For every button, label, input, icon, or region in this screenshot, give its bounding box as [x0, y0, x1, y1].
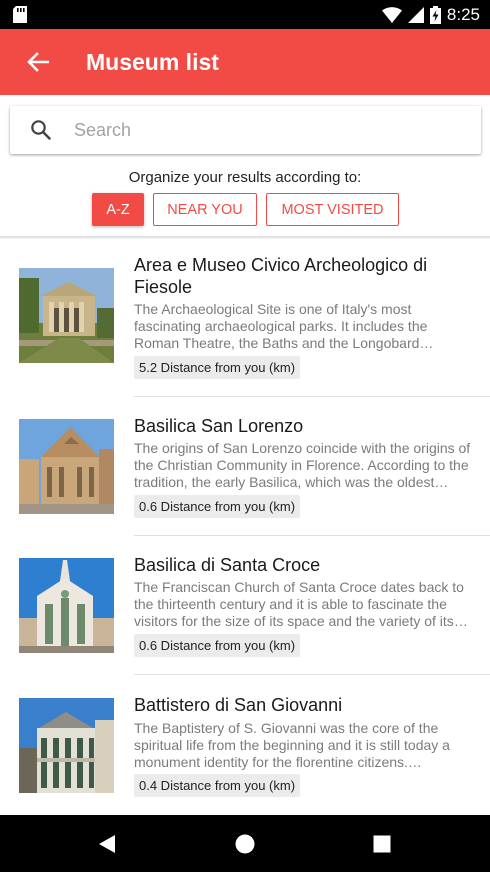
square-recents-icon	[373, 835, 391, 852]
sort-label: Organize your results according to:	[128, 169, 362, 186]
app-bar: Museum list	[0, 29, 490, 95]
distance-badge: 0.4 Distance from you (km)	[134, 774, 301, 797]
museum-list[interactable]: Area e Museo Civico Archeologico di Fies…	[0, 239, 490, 815]
museum-description: The origins of San Lorenzo coincide with…	[134, 440, 471, 490]
arrow-back-icon	[27, 52, 49, 72]
nav-home-button[interactable]	[215, 815, 275, 872]
museum-description: The Archaeological Site is one of Italy'…	[134, 301, 428, 351]
museum-thumbnail	[19, 268, 114, 363]
signal-icon	[407, 6, 424, 23]
museum-title: Basilica di Santa Croce	[134, 555, 321, 575]
museum-thumbnail	[19, 419, 114, 514]
sort-most-visited-button[interactable]: MOST VISITED	[266, 193, 399, 226]
museum-description: The Baptistery of S. Giovanni was the co…	[134, 720, 450, 770]
museum-title: Area e Museo Civico Archeologico di Fies…	[134, 255, 428, 297]
nav-recents-button[interactable]	[352, 815, 412, 872]
sd-card-icon	[13, 6, 27, 23]
wifi-icon	[381, 6, 402, 23]
museum-title: Battistero di San Giovanni	[134, 695, 343, 715]
distance-badge: 0.6 Distance from you (km)	[134, 495, 301, 518]
list-item[interactable]: Basilica San Lorenzo The origins of San …	[0, 397, 490, 537]
nav-back-button[interactable]	[77, 815, 137, 872]
page-title: Museum list	[86, 49, 219, 75]
search-box[interactable]	[10, 106, 481, 154]
search-icon	[31, 120, 51, 140]
distance-badge: 5.2 Distance from you (km)	[134, 356, 301, 379]
status-time: 8:25	[446, 4, 480, 24]
sort-near-you-button[interactable]: NEAR YOU	[153, 193, 257, 226]
battery-charging-icon	[429, 5, 441, 24]
list-item[interactable]: Battistero di San Giovanni The Baptister…	[0, 675, 490, 815]
museum-description: The Franciscan Church of Santa Croce dat…	[134, 579, 464, 629]
museum-title: Basilica San Lorenzo	[134, 416, 304, 436]
distance-badge: 0.6 Distance from you (km)	[134, 634, 301, 657]
back-button[interactable]	[18, 42, 58, 82]
sort-az-button[interactable]: A-Z	[92, 193, 144, 226]
list-item[interactable]: Area e Museo Civico Archeologico di Fies…	[0, 239, 490, 397]
status-bar: 8:25	[0, 0, 490, 29]
triangle-back-icon	[99, 834, 115, 853]
circle-home-icon	[235, 834, 255, 853]
museum-thumbnail	[19, 558, 114, 653]
list-item[interactable]: Basilica di Santa Croce The Franciscan C…	[0, 536, 490, 676]
museum-thumbnail	[19, 698, 114, 793]
search-input[interactable]	[74, 114, 464, 146]
navigation-bar	[0, 815, 490, 872]
